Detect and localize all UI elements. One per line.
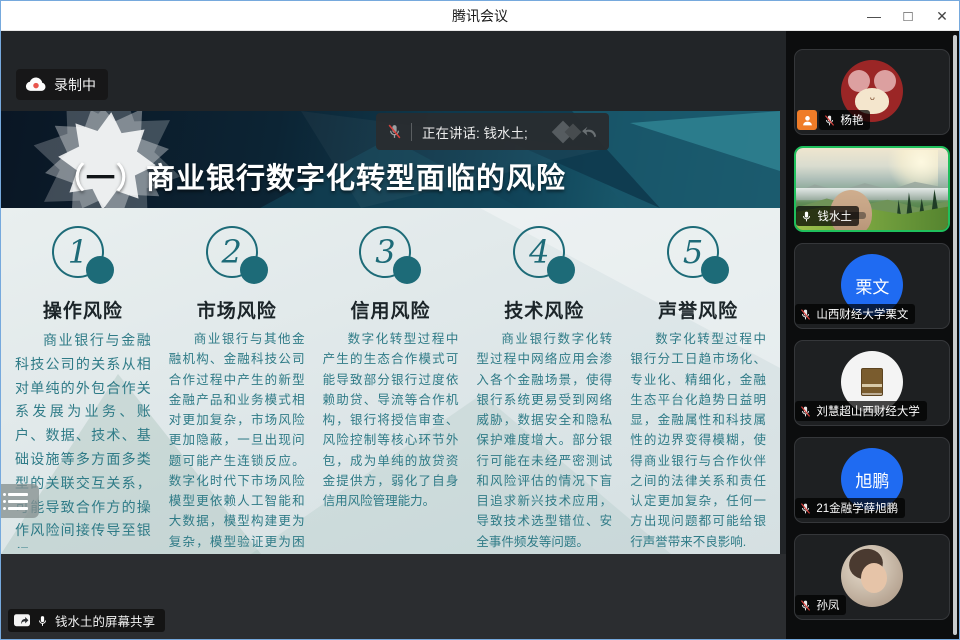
participant-tile-qianshuitu[interactable]: 钱水土 [794, 146, 950, 232]
meeting-main: （一）商业银行数字化转型面临的风险 1 操作风险 商业银行与金融科技公司的关系从… [1, 31, 959, 639]
participant-name-pill: 山西财经大学栗文 [795, 304, 915, 324]
risk-column-2: 2 市场风险 商业银行与其他金融机构、金融科技公司合作过程中产生的新型金融产品和… [163, 220, 311, 548]
participant-name: 杨艳 [840, 112, 863, 128]
risk-title-1: 操作风险 [15, 296, 151, 323]
muted-mic-icon [799, 599, 812, 612]
muted-mic-icon [799, 502, 812, 515]
role-badge-icon [797, 110, 817, 130]
participant-name: 山西财经大学栗文 [816, 306, 908, 322]
number-badge-4: 4 [511, 224, 577, 290]
participant-name: 刘慧超山西财经大学 [816, 403, 920, 419]
risk-title-4: 技术风险 [476, 296, 612, 323]
participant-name-pill: 杨艳 [819, 110, 870, 130]
participant-name-pill: 钱水土 [796, 206, 859, 226]
recording-badge[interactable]: 录制中 [16, 69, 108, 100]
risk-title-2: 市场风险 [169, 296, 305, 323]
risk-title-3: 信用风险 [323, 296, 459, 323]
participant-tiles: 杨艳 钱水土 [794, 49, 950, 620]
risk-column-3: 3 信用风险 数字化转型过程中产生的生态合作模式可能导致部分银行过度依赖助贷、导… [317, 220, 465, 548]
number-badge-1: 1 [50, 224, 116, 290]
active-speaker-toast: 正在讲话: 钱水土; [376, 113, 609, 150]
window-titlebar: 腾讯会议 — □ ✕ [1, 1, 959, 31]
muted-mic-icon [799, 405, 812, 418]
unmuted-mic-icon [800, 210, 813, 223]
participant-tile-liwen[interactable]: 栗文 山西财经大学栗文 [794, 243, 950, 329]
risk-column-5: 5 声誉风险 数字化转型过程中银行分工日趋市场化、专业化、精细化，金融生态平台化… [624, 220, 772, 548]
participant-name-pill: 刘慧超山西财经大学 [795, 401, 927, 421]
screen-share-area: （一）商业银行数字化转型面临的风险 1 操作风险 商业银行与金融科技公司的关系从… [1, 31, 786, 639]
muted-mic-icon [799, 308, 812, 321]
speaking-label: 正在讲话: 钱水土; [422, 122, 553, 142]
participant-name: 孙凤 [816, 597, 839, 613]
participant-tile-xupeng[interactable]: 旭鹏 21金融学薛旭鹏 [794, 437, 950, 523]
risk-body-3: 数字化转型过程中产生的生态合作模式可能导致部分银行过度依赖助贷、导流等合作机构，… [323, 329, 459, 511]
close-button[interactable]: ✕ [925, 1, 959, 31]
curved-arrow-icon [581, 125, 599, 139]
risk-column-4: 4 技术风险 商业银行数字化转型过程中网络应用会渗入各个金融场景，使得银行系统更… [470, 220, 618, 548]
participant-name-pill: 孙凤 [795, 595, 846, 615]
screen-share-icon [14, 614, 30, 628]
avatar [841, 545, 903, 607]
window-title: 腾讯会议 [452, 6, 508, 26]
presentation-slide: （一）商业银行数字化转型面临的风险 1 操作风险 商业银行与金融科技公司的关系从… [1, 111, 780, 554]
slide-title: （一）商业银行数字化转型面临的风险 [56, 155, 566, 197]
muted-mic-icon [823, 114, 836, 127]
participant-tile-liuhuichao[interactable]: 刘慧超山西财经大学 [794, 340, 950, 426]
maximize-button[interactable]: □ [891, 1, 925, 31]
window-controls: — □ ✕ [857, 1, 959, 31]
number-badge-2: 2 [204, 224, 270, 290]
number-badge-5: 5 [665, 224, 731, 290]
participant-tile-yangyan[interactable]: 杨艳 [794, 49, 950, 135]
recording-label: 录制中 [54, 75, 96, 95]
share-banner-label: 钱水土的屏幕共享 [55, 611, 155, 630]
screen-share-banner[interactable]: 钱水土的屏幕共享 [8, 609, 165, 632]
unmuted-mic-icon [36, 614, 49, 628]
participant-name: 21金融学薛旭鹏 [816, 500, 898, 516]
toast-decoration [555, 124, 599, 140]
risk-body-2: 商业银行与其他金融机构、金融科技公司合作过程中产生的新型金融产品和业务模式相对更… [169, 329, 305, 548]
participant-tile-sunfeng[interactable]: 孙凤 [794, 534, 950, 620]
risk-body-5: 数字化转型过程中银行分工日趋市场化、专业化、精细化，金融生态平台化趋势日益明显，… [630, 329, 766, 548]
sidebar-scrollbar[interactable] [953, 35, 957, 635]
number-badge-3: 3 [357, 224, 423, 290]
risk-columns: 1 操作风险 商业银行与金融科技公司的关系从相对单纯的外包合作关系发展为业务、账… [9, 220, 772, 548]
cloud-recording-icon [25, 77, 47, 92]
participant-name-pill: 21金融学薛旭鹏 [795, 498, 905, 518]
risk-title-5: 声誉风险 [630, 296, 766, 323]
toast-divider [411, 123, 412, 141]
minimize-button[interactable]: — [857, 1, 891, 31]
participants-sidebar: 杨艳 钱水土 [786, 31, 959, 639]
muted-mic-icon [386, 123, 403, 140]
risk-body-4: 商业银行数字化转型过程中网络应用会渗入各个金融场景，使得银行系统更易受到网络威胁… [476, 329, 612, 548]
participant-name: 钱水土 [817, 208, 852, 224]
slide-body: 1 操作风险 商业银行与金融科技公司的关系从相对单纯的外包合作关系发展为业务、账… [1, 208, 780, 554]
controls-drawer-handle[interactable] [1, 484, 39, 518]
